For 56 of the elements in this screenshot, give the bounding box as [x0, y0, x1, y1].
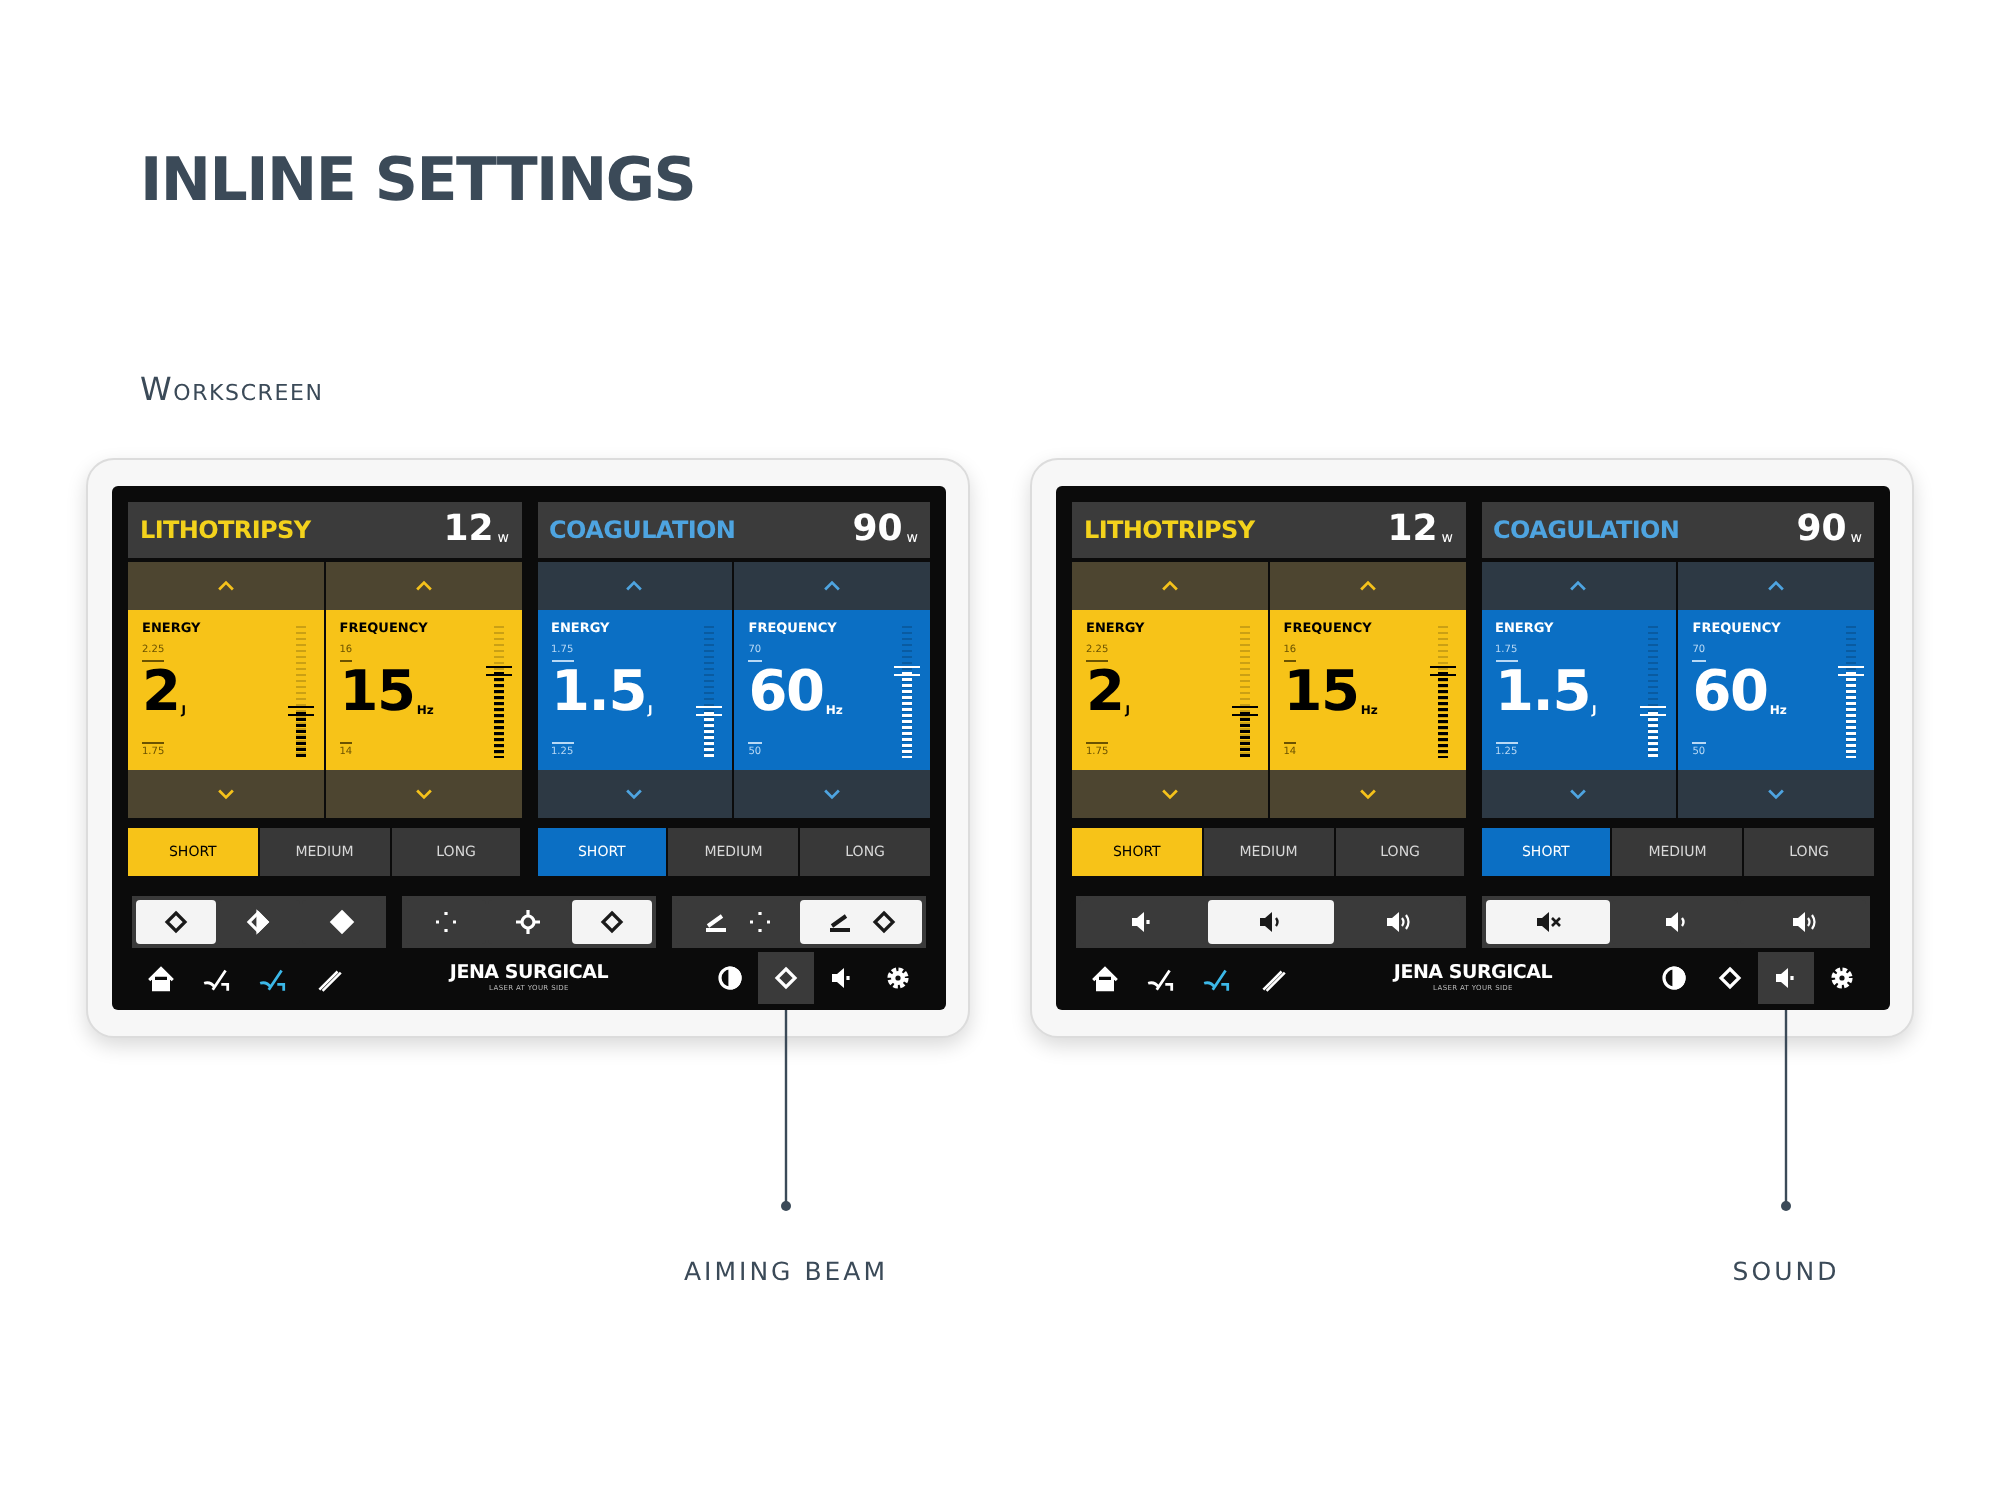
settings-icon	[884, 964, 912, 992]
aiming-diamond-icon	[1716, 964, 1744, 992]
speaker-loud-icon	[1384, 908, 1413, 936]
option-button[interactable]	[136, 900, 217, 944]
page-title: INLINE SETTINGS	[140, 144, 698, 220]
level-thumb[interactable]	[1231, 705, 1258, 716]
parameter-value: 2	[142, 664, 180, 721]
speaker-icon	[828, 964, 856, 992]
mode-title: LITHOTRIPSY	[1084, 514, 1255, 548]
settings-icon	[1828, 964, 1856, 992]
speaker-muted-icon	[1533, 908, 1562, 936]
level-thumb[interactable]	[287, 705, 314, 716]
option-button[interactable]	[1207, 900, 1334, 944]
parameter-value: 2	[1086, 664, 1124, 721]
brand-logo: JENA SURGICAL	[449, 964, 609, 983]
parameter-value: 60	[748, 664, 824, 721]
nav-button[interactable]	[1758, 952, 1814, 1004]
dotted-crosshair-icon	[745, 908, 773, 936]
brand-logo: JENA SURGICAL	[1393, 964, 1553, 983]
callout-label: AIMING BEAM	[683, 1254, 889, 1290]
mode-title: LITHOTRIPSY	[140, 514, 311, 548]
power-value: 12	[1387, 512, 1438, 548]
home-icon	[145, 963, 175, 993]
contrast-icon	[1660, 964, 1688, 992]
half-diamond-icon	[244, 908, 273, 936]
home-icon	[1089, 963, 1119, 993]
mode-title: COAGULATION	[1493, 514, 1680, 548]
speaker-medium-icon	[1661, 908, 1690, 936]
mode-title: COAGULATION	[549, 514, 736, 548]
parameter-value: 1.5	[1495, 664, 1591, 721]
option-button[interactable]	[571, 900, 652, 944]
solid-diamond-icon	[327, 908, 356, 936]
aiming-diamond-icon	[597, 908, 626, 936]
power-value: 12	[443, 512, 494, 548]
parameter-value: 60	[1692, 664, 1768, 721]
speaker-medium-icon	[1256, 908, 1285, 936]
parameter-value: 1.5	[551, 664, 647, 721]
parameter-value: 15	[339, 664, 415, 721]
option-button[interactable]	[1485, 900, 1611, 944]
power-value: 90	[1796, 512, 1847, 548]
speaker-icon	[1772, 964, 1800, 992]
level-thumb[interactable]	[1429, 666, 1455, 677]
aiming-diamond-icon	[869, 908, 897, 936]
level-thumb[interactable]	[485, 666, 511, 677]
aiming-diamond-icon	[772, 964, 800, 992]
section-subtitle: Workscreen	[140, 368, 326, 412]
callout-label: SOUND	[1732, 1254, 1840, 1290]
option-button[interactable]	[800, 900, 922, 944]
nav-button[interactable]	[758, 952, 814, 1004]
contrast-icon	[716, 964, 744, 992]
parameter-value: 15	[1283, 664, 1359, 721]
power-value: 90	[852, 512, 903, 548]
crosshair-icon	[514, 908, 543, 936]
speaker-loud-icon	[1789, 908, 1818, 936]
dotted-crosshair-icon	[432, 908, 461, 936]
aiming-diamond-icon	[162, 908, 191, 936]
